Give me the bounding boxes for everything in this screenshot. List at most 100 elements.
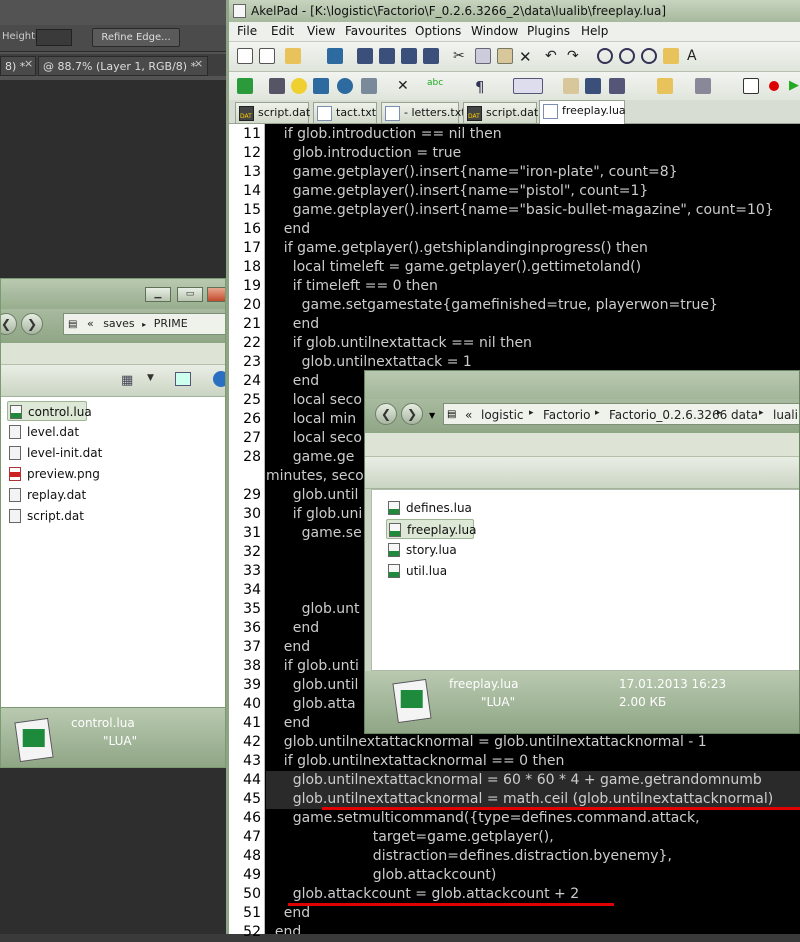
breadcrumb-prime[interactable]: PRIME	[154, 317, 188, 330]
menu-help[interactable]: Help	[581, 24, 608, 38]
breadcrumb-logistic[interactable]: logistic	[481, 408, 524, 422]
file-icon	[9, 425, 21, 439]
file-item-preview-png[interactable]: preview.png	[7, 464, 100, 484]
save-as-icon[interactable]	[379, 48, 395, 64]
save-all-icon[interactable]	[401, 48, 417, 64]
cut-icon[interactable]: ✂	[453, 48, 469, 64]
breadcrumb-factorio[interactable]: Factorio	[543, 408, 590, 422]
file-item-level-init-dat[interactable]: level-init.dat	[7, 443, 102, 463]
line-number: 31	[243, 525, 261, 541]
menu-edit[interactable]: Edit	[271, 24, 294, 38]
print-icon[interactable]	[423, 48, 439, 64]
sessions-icon[interactable]	[361, 78, 377, 94]
file-item-control-lua[interactable]: control.lua	[7, 401, 92, 421]
help-icon[interactable]	[213, 371, 225, 387]
lua-file-icon	[543, 104, 558, 119]
breadcrumb-lualib[interactable]: lualib	[773, 408, 799, 422]
delete-icon[interactable]: ✕	[519, 48, 535, 66]
tab-tact-txt[interactable]: tact.txt	[313, 102, 377, 124]
find-icon[interactable]	[597, 48, 613, 64]
code-fold-icon[interactable]	[269, 78, 285, 94]
save-session-icon[interactable]	[585, 78, 601, 94]
copy-icon[interactable]	[475, 48, 491, 64]
view-options-icon[interactable]: ▦	[121, 373, 133, 388]
file-item-story-lua[interactable]: story.lua	[386, 540, 457, 560]
tab-script-dat[interactable]: script.dat	[235, 102, 310, 124]
file-name: script.dat	[27, 509, 84, 523]
chevron-icon: «	[86, 317, 94, 330]
refine-edge-button[interactable]: Refine Edge...	[92, 28, 180, 47]
file-item-defines-lua[interactable]: defines.lua	[386, 498, 472, 518]
redo-icon[interactable]: ↷	[567, 48, 583, 64]
settings-icon[interactable]	[337, 78, 353, 94]
line-number: 40	[243, 696, 261, 712]
ps-tab-2[interactable]: @ 88.7% (Layer 1, RGB/8) *	[38, 56, 208, 76]
reopen-icon[interactable]	[327, 48, 343, 64]
tab-script-dat-2[interactable]: script.dat	[463, 102, 538, 124]
refresh-icon[interactable]	[237, 78, 253, 94]
menu-view[interactable]: View	[307, 24, 335, 38]
undo-icon[interactable]: ↶	[545, 48, 561, 64]
save-icon[interactable]	[357, 48, 373, 64]
special-char-icon[interactable]	[313, 78, 329, 94]
file-item-util-lua[interactable]: util.lua	[386, 561, 447, 581]
spellcheck-icon[interactable]: abc	[427, 78, 443, 94]
breadcrumb-data[interactable]: data	[731, 408, 758, 422]
record-icon[interactable]	[769, 81, 779, 91]
chevron-down-icon[interactable]: ▼	[147, 373, 154, 383]
font-icon[interactable]: A	[687, 48, 703, 64]
height-input[interactable]	[36, 29, 72, 46]
new-window-icon[interactable]	[259, 48, 275, 64]
close-doc-icon[interactable]: ✕	[397, 78, 413, 94]
layout-icon[interactable]	[513, 78, 543, 94]
code-line: end	[266, 905, 311, 921]
close-icon[interactable]: ×	[194, 57, 203, 70]
forward-arrow-icon[interactable]: ❯	[21, 313, 43, 335]
menu-plugins[interactable]: Plugins	[527, 24, 570, 38]
file-item-replay-dat[interactable]: replay.dat	[7, 485, 86, 505]
file-item-freeplay-lua[interactable]: freeplay.lua	[386, 519, 476, 539]
line-number: 50	[243, 886, 261, 902]
preview-icon[interactable]	[609, 78, 625, 94]
minimize-button[interactable]: ▁	[145, 287, 171, 302]
lua-file-icon	[10, 405, 22, 419]
replace-icon[interactable]	[641, 48, 657, 64]
code-line: if timeleft == 0 then	[266, 278, 438, 294]
tab-freeplay-lua[interactable]: freeplay.lua	[539, 100, 626, 124]
close-button[interactable]	[207, 287, 225, 302]
menu-options[interactable]: Options	[415, 24, 461, 38]
file-item-script-dat[interactable]: script.dat	[7, 506, 84, 526]
back-arrow-icon[interactable]: ❮	[1, 313, 17, 335]
find-next-icon[interactable]	[619, 48, 635, 64]
line-number	[229, 467, 261, 486]
clipboard-icon[interactable]	[563, 78, 579, 94]
close-icon[interactable]: ×	[24, 57, 33, 70]
breadcrumb-saves[interactable]: saves	[103, 317, 134, 330]
menu-favourites[interactable]: Favourites	[345, 24, 407, 38]
play-icon[interactable]: ▶	[789, 78, 800, 94]
chevron-down-icon[interactable]: ▼	[429, 411, 435, 420]
code-line: if glob.introduction == nil then	[266, 126, 502, 142]
line-number: 20	[243, 297, 261, 313]
forward-arrow-icon[interactable]: ❯	[401, 403, 423, 425]
pilcrow-icon[interactable]: ¶	[475, 78, 491, 96]
go-to-icon[interactable]	[663, 48, 679, 64]
explorer-icon[interactable]	[657, 78, 673, 94]
paste-icon[interactable]	[497, 48, 513, 64]
menu-window[interactable]: Window	[471, 24, 518, 38]
address-box[interactable]: ▤ « saves ▸ PRIME	[63, 313, 225, 335]
line-number: 37	[243, 639, 261, 655]
menu-file[interactable]: File	[237, 24, 257, 38]
file-item-level-dat[interactable]: level.dat	[7, 422, 79, 442]
back-arrow-icon[interactable]: ❮	[375, 403, 397, 425]
maximize-button[interactable]: ▭	[177, 287, 203, 302]
preview-pane-icon[interactable]	[175, 372, 191, 386]
keyboard-icon[interactable]	[695, 78, 711, 94]
breadcrumb-factorio-version[interactable]: Factorio_0.2.6.3266	[609, 408, 727, 422]
macro-icon[interactable]	[743, 78, 759, 94]
line-number: 29	[243, 487, 261, 503]
new-file-icon[interactable]	[237, 48, 253, 64]
tab-letters-txt[interactable]: - letters.txt	[381, 102, 466, 124]
open-folder-icon[interactable]	[285, 48, 301, 64]
hint-lightbulb-icon[interactable]	[291, 78, 307, 94]
